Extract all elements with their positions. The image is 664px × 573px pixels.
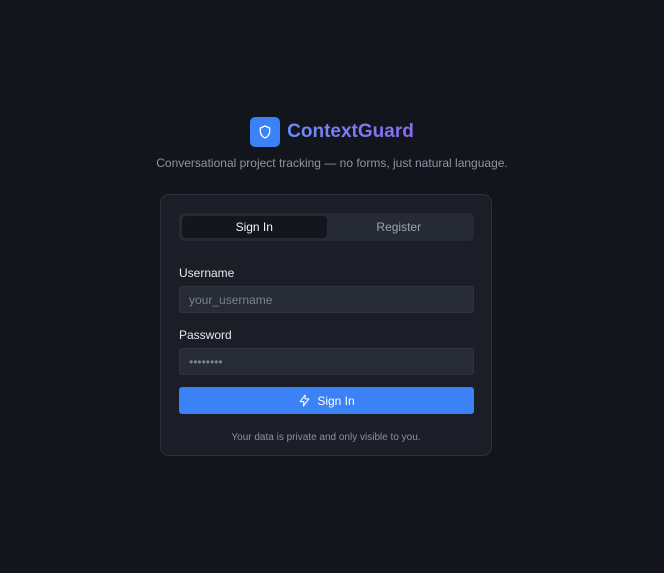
password-label: Password: [179, 328, 232, 342]
privacy-note: Your data is private and only visible to…: [231, 432, 421, 443]
username-label: Username: [179, 266, 235, 280]
login-page: ContextGuard Conversational project trac…: [0, 0, 664, 573]
lightning-icon: [298, 394, 311, 407]
app-tagline: Conversational project tracking — no for…: [156, 156, 508, 170]
auth-tabs: Sign In Register: [179, 213, 474, 241]
sign-in-button[interactable]: Sign In: [179, 387, 474, 414]
shield-icon: [250, 117, 281, 147]
tab-sign-in[interactable]: Sign In: [182, 216, 327, 238]
brand-header: ContextGuard: [0, 117, 664, 147]
username-field-box: [179, 286, 474, 313]
username-input[interactable]: [189, 292, 464, 307]
password-field-box: [179, 348, 474, 375]
password-input[interactable]: [189, 354, 464, 369]
auth-card: Sign In Register Username Password Sign …: [160, 194, 492, 456]
tab-register[interactable]: Register: [327, 216, 472, 238]
app-title: ContextGuard: [287, 121, 414, 142]
sign-in-button-label: Sign In: [317, 393, 355, 408]
